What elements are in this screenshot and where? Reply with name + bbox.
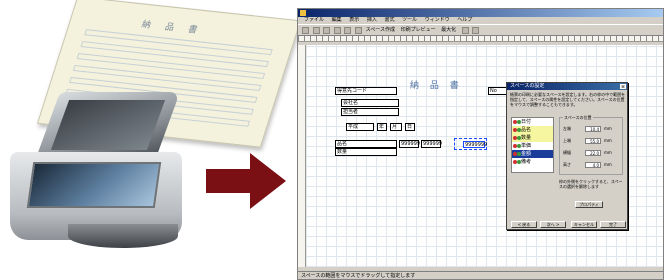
- finish-button[interactable]: 完了: [600, 221, 626, 228]
- document-title: 納 品 書: [410, 81, 463, 91]
- cancel-button[interactable]: キャンセル: [571, 221, 597, 228]
- list-item-label: 数量: [521, 135, 532, 141]
- list-item-label: 単価: [521, 143, 532, 149]
- property-label: 高さ: [563, 162, 571, 167]
- position-group: スペースの位置 左端 10.4 mm 上端 55.0 mm 横幅 22.0 mm: [559, 115, 623, 175]
- property-label: 横幅: [563, 150, 571, 155]
- menu-window[interactable]: ウィンドウ: [425, 17, 450, 23]
- menu-edit[interactable]: 編集: [332, 17, 342, 23]
- print-icon[interactable]: [333, 27, 341, 34]
- menu-view[interactable]: 表示: [349, 17, 359, 23]
- item-name-field[interactable]: 品名: [335, 140, 397, 148]
- company-name-field[interactable]: 会社名: [341, 99, 399, 107]
- space-settings-dialog: スペースの設定 × 帳票の印刷に必要なスペースを設定します。右の枠の中で範囲を指…: [506, 82, 628, 230]
- cut-icon[interactable]: [344, 27, 352, 34]
- list-item-label: 備考: [521, 159, 532, 165]
- green-badge-icon: [517, 144, 521, 148]
- list-item[interactable]: 数量: [512, 134, 553, 142]
- menu-help[interactable]: ヘルプ: [457, 17, 472, 23]
- toolbar-space-button[interactable]: スペース作成: [366, 27, 395, 34]
- value-field[interactable]: 999999: [399, 140, 420, 148]
- property-unit: mm: [604, 162, 612, 167]
- help-icon[interactable]: [472, 27, 480, 34]
- customer-code-field[interactable]: 得意先コード: [335, 87, 397, 95]
- green-badge-icon: [517, 120, 521, 124]
- list-item-label: 金額: [521, 151, 532, 157]
- era-field[interactable]: 平成: [346, 123, 374, 131]
- person-name-field[interactable]: 担当者: [341, 108, 399, 116]
- value-field[interactable]: 9999999: [463, 141, 487, 148]
- toolbar-maximize-button[interactable]: 最大化: [441, 27, 456, 34]
- new-icon[interactable]: [302, 27, 309, 34]
- toolbar: スペース作成 印刷プレビュー 最大化: [298, 24, 663, 36]
- open-icon[interactable]: [312, 27, 320, 34]
- top-input[interactable]: 55.0: [585, 138, 601, 144]
- menu-tools[interactable]: ツール: [402, 17, 417, 23]
- space-list[interactable]: 日付 品名 数量 単価 金額 備考: [511, 117, 554, 173]
- dialog-title: スペースの設定: [507, 83, 627, 90]
- dialog-description: 帳票の印刷に必要なスペースを設定します。右の枠の中で範囲を指定して、スペースの属…: [510, 92, 626, 107]
- copy-icon[interactable]: [354, 27, 362, 34]
- list-item[interactable]: 品名: [512, 126, 553, 134]
- left-input[interactable]: 10.4: [585, 126, 601, 132]
- list-item[interactable]: 日付: [512, 118, 553, 126]
- property-unit: mm: [604, 138, 612, 143]
- list-item-selected[interactable]: 金額: [512, 150, 553, 158]
- zoom-icon[interactable]: [461, 27, 469, 34]
- property-label: 左端: [563, 126, 571, 131]
- paper-title: 納 品 書: [140, 19, 205, 37]
- menu-bar: ファイル 編集 表示 挿入 書式 ツール ウィンドウ ヘルプ: [298, 17, 663, 24]
- green-badge-icon: [517, 160, 521, 164]
- dialog-note: 枠の外側をクリックすると、スペースの選択を解除します: [559, 179, 623, 189]
- property-row: 左端 10.4 mm: [563, 126, 623, 132]
- property-label: 上端: [563, 138, 571, 143]
- month-field[interactable]: 月: [390, 123, 402, 131]
- vertical-ruler: [298, 45, 306, 267]
- title-bar: [298, 9, 663, 17]
- value-field[interactable]: 999999: [421, 140, 442, 148]
- list-item[interactable]: 備考: [512, 158, 553, 166]
- selected-space-box[interactable]: 9999999: [454, 138, 487, 150]
- menu-format[interactable]: 書式: [384, 17, 394, 23]
- green-badge-icon: [517, 128, 521, 132]
- green-badge-icon: [517, 136, 521, 140]
- horizontal-ruler: [298, 36, 663, 42]
- scanner-glass: [26, 162, 162, 208]
- scanner-lid-inner: [50, 100, 166, 150]
- quantity-field[interactable]: 数量: [335, 148, 397, 156]
- property-row: 横幅 22.0 mm: [563, 150, 623, 156]
- green-badge-icon: [517, 152, 521, 156]
- list-item[interactable]: 単価: [512, 142, 553, 150]
- scanner-illustration: [8, 92, 184, 250]
- scene: 納 品 書 ファイル 編集 表示 挿入 書式 ツール ウィンドウ ヘルプ スペー…: [0, 0, 664, 280]
- back-button[interactable]: < 戻る: [511, 221, 537, 228]
- position-group-label: スペースの位置: [563, 115, 593, 121]
- app-window: ファイル 編集 表示 挿入 書式 ツール ウィンドウ ヘルプ スペース作成 印刷…: [297, 8, 664, 280]
- height-input[interactable]: 4.0: [585, 162, 601, 168]
- toolbar-preview-button[interactable]: 印刷プレビュー: [401, 27, 436, 34]
- list-item-label: 品名: [521, 127, 532, 133]
- property-button[interactable]: プロパティ: [575, 201, 603, 208]
- property-row: 高さ 4.0 mm: [563, 162, 623, 168]
- menu-insert[interactable]: 挿入: [367, 17, 377, 23]
- arrow-shape: [206, 153, 286, 209]
- status-bar: スペースの範囲をマウスでドラッグして指定します: [298, 271, 663, 279]
- menu-file[interactable]: ファイル: [304, 17, 324, 23]
- scanner-stand: [68, 224, 178, 248]
- app-icon: [300, 10, 306, 16]
- right-arrow-icon: [206, 153, 286, 209]
- next-button[interactable]: 次へ >: [540, 221, 566, 228]
- property-unit: mm: [604, 126, 612, 131]
- day-field[interactable]: 日: [405, 123, 415, 131]
- property-unit: mm: [604, 150, 612, 155]
- save-icon[interactable]: [323, 27, 331, 34]
- year-field[interactable]: 年: [377, 123, 387, 131]
- property-row: 上端 55.0 mm: [563, 138, 623, 144]
- close-icon[interactable]: ×: [620, 84, 626, 89]
- width-input[interactable]: 22.0: [585, 150, 601, 156]
- list-item-label: 日付: [521, 119, 532, 125]
